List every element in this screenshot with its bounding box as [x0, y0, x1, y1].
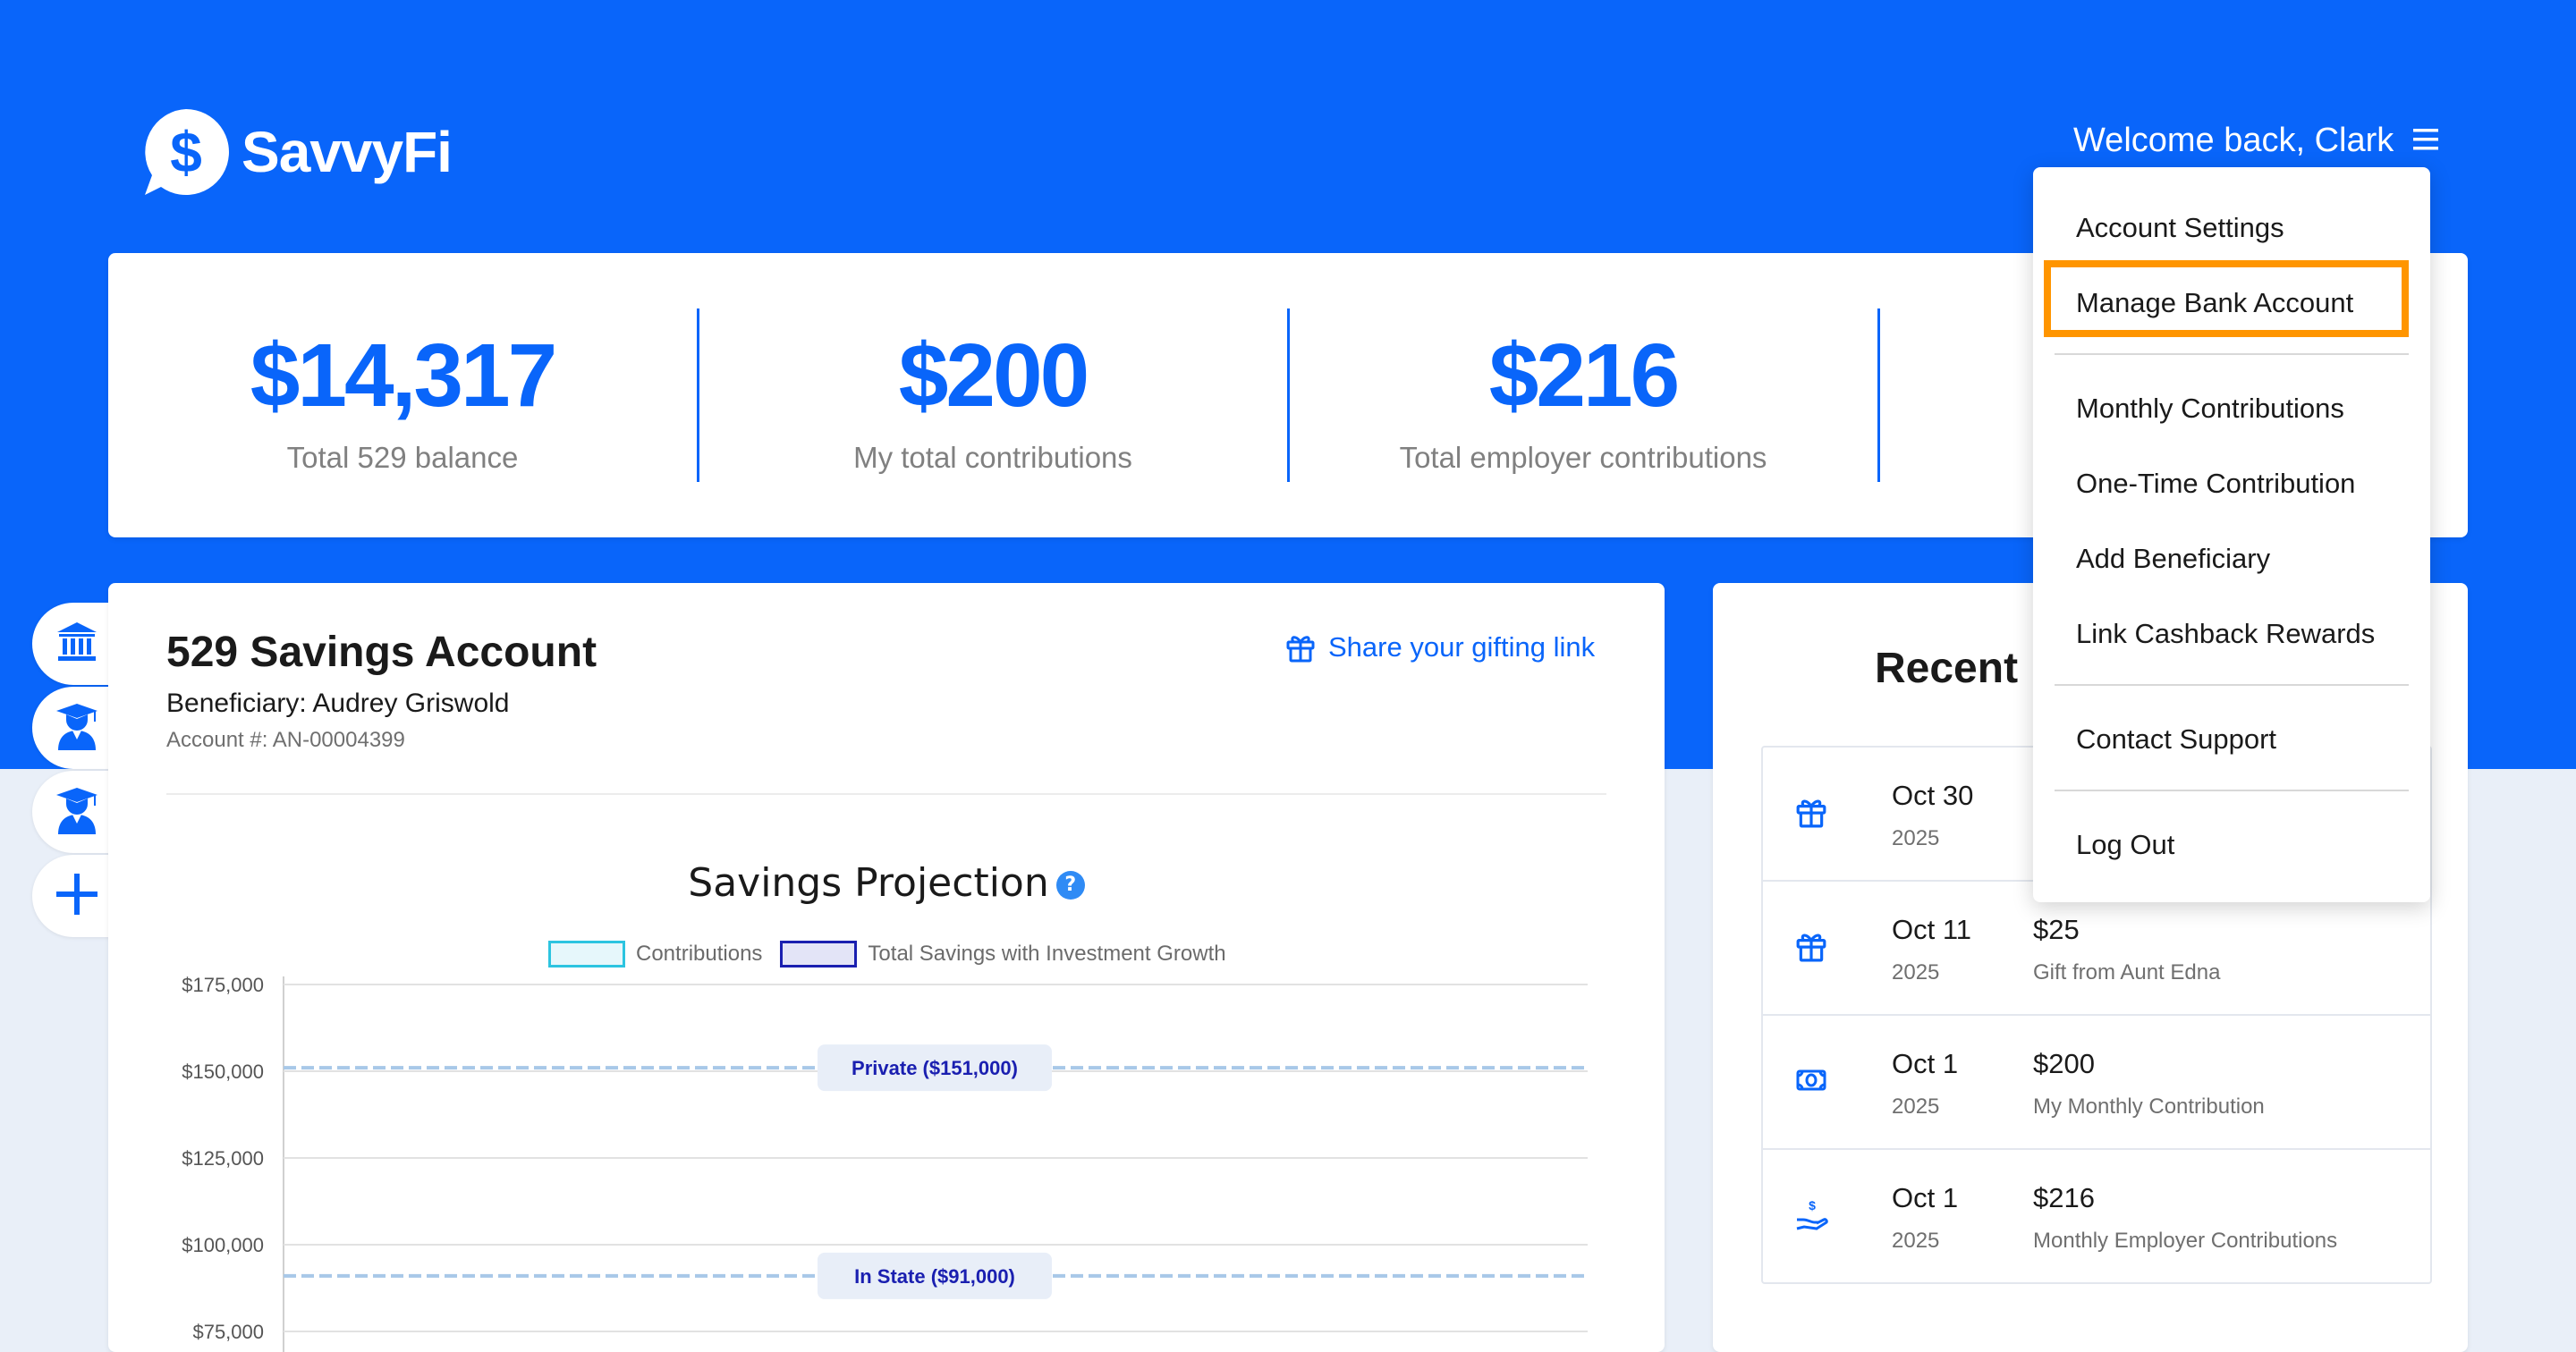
transaction-date: Oct 1: [1892, 1048, 1959, 1079]
transaction-date: Oct 11: [1892, 914, 1972, 945]
transaction-year: 2025: [1892, 1094, 1940, 1119]
svg-text:$: $: [1809, 1198, 1816, 1213]
legend-label: Total Savings with Investment Growth: [868, 942, 1226, 966]
dollar-bubble-icon: $: [141, 107, 231, 197]
stat-employer-contributions: $216 Total employer contributions: [1289, 253, 1877, 537]
money-bill-icon: [1795, 1064, 1827, 1101]
user-menu-toggle[interactable]: Welcome back, Clark: [2073, 122, 2439, 160]
menu-separator: [2055, 353, 2409, 355]
menu-item-monthly-contributions[interactable]: Monthly Contributions: [2076, 393, 2344, 425]
bank-icon: [55, 621, 98, 668]
transaction-description: My Monthly Contribution: [2033, 1094, 2265, 1119]
menu-item-log-out[interactable]: Log Out: [2076, 829, 2174, 861]
stat-divider: [1877, 308, 1880, 482]
transaction-description: Monthly Employer Contributions: [2033, 1229, 2338, 1253]
menu-item-add-beneficiary[interactable]: Add Beneficiary: [2076, 543, 2270, 575]
gift-icon: [1795, 796, 1827, 832]
transaction-year: 2025: [1892, 960, 1940, 984]
stat-my-contributions: $200 My total contributions: [699, 253, 1287, 537]
brand-name: SavvyFi: [242, 120, 453, 184]
help-icon[interactable]: ?: [1055, 871, 1085, 900]
transaction-amount: $200: [2033, 1048, 2095, 1079]
beneficiary-name: Beneficiary: Audrey Griswold: [166, 689, 510, 718]
menu-item-manage-bank-account[interactable]: Manage Bank Account: [2076, 287, 2353, 319]
transaction-date: Oct 1: [1892, 1182, 1959, 1213]
transaction-row[interactable]: $ Oct 1 2025 $216 Monthly Employer Contr…: [1763, 1150, 2430, 1282]
hamburger-menu-icon[interactable]: [2413, 122, 2439, 160]
y-tick-label: $175,000: [182, 976, 264, 996]
menu-separator: [2055, 790, 2409, 791]
gift-icon: [1795, 930, 1827, 967]
svg-text:$: $: [170, 120, 202, 184]
hand-dollar-icon: $: [1795, 1198, 1829, 1237]
legend-label: Contributions: [636, 942, 763, 966]
graduate-icon: [55, 702, 99, 755]
transaction-amount: $25: [2033, 914, 2080, 945]
menu-item-link-cashback-rewards[interactable]: Link Cashback Rewards: [2076, 618, 2375, 650]
user-dropdown-menu: Account Settings Manage Bank Account Mon…: [2033, 167, 2430, 902]
stat-value: $200: [898, 325, 1089, 426]
legend-swatch-growth[interactable]: [780, 941, 858, 968]
y-tick-label: $150,000: [182, 1060, 264, 1083]
transaction-description: Gift from Aunt Edna: [2033, 960, 2221, 984]
card-divider: [166, 793, 1606, 795]
stat-value: $216: [1488, 325, 1680, 426]
share-link-label: Share your gifting link: [1328, 631, 1596, 663]
stat-label: My total contributions: [853, 441, 1132, 474]
stat-total-balance: $14,317 Total 529 balance: [108, 253, 697, 537]
welcome-text: Welcome back, Clark: [2073, 122, 2394, 159]
transaction-row[interactable]: Oct 1 2025 $200 My Monthly Contribution: [1763, 1016, 2430, 1150]
stat-label: Total employer contributions: [1399, 441, 1767, 474]
chart-title: Savings Projection?: [108, 860, 1665, 906]
stat-value: $14,317: [250, 325, 557, 426]
transaction-date: Oct 30: [1892, 780, 1974, 811]
stat-label: Total 529 balance: [286, 441, 519, 474]
chart-title-text: Savings Projection: [688, 860, 1049, 906]
plus-icon: [56, 873, 97, 919]
share-gifting-link[interactable]: Share your gifting link: [1285, 631, 1595, 663]
y-tick-label: $75,000: [192, 1321, 264, 1343]
graduate-icon: [55, 786, 99, 839]
legend-swatch-contributions[interactable]: [548, 941, 625, 968]
brand-logo[interactable]: $ SavvyFi: [141, 107, 453, 197]
savings-account-card: 529 Savings Account Beneficiary: Audrey …: [108, 583, 1665, 1352]
menu-separator: [2055, 684, 2409, 686]
reference-label: Private ($151,000): [852, 1057, 1018, 1079]
y-tick-label: $125,000: [182, 1147, 264, 1170]
chart-legend: Contributions Total Savings with Investm…: [548, 941, 1226, 968]
transaction-amount: $216: [2033, 1182, 2095, 1213]
transaction-year: 2025: [1892, 826, 1940, 850]
menu-item-account-settings[interactable]: Account Settings: [2076, 212, 2284, 244]
gift-icon: [1286, 636, 1315, 663]
reference-label: In State ($91,000): [854, 1265, 1015, 1288]
savings-projection-chart: $175,000 $150,000 $125,000 $100,000 $75,000 P…: [182, 976, 1588, 1352]
y-tick-label: $100,000: [182, 1234, 264, 1256]
account-title: 529 Savings Account: [166, 629, 597, 676]
recent-title: Recent: [1875, 645, 2019, 692]
menu-item-contact-support[interactable]: Contact Support: [2076, 723, 2276, 756]
account-number: Account #: AN-00004399: [166, 728, 405, 752]
menu-item-one-time-contribution[interactable]: One-Time Contribution: [2076, 468, 2355, 500]
transaction-year: 2025: [1892, 1229, 1940, 1253]
